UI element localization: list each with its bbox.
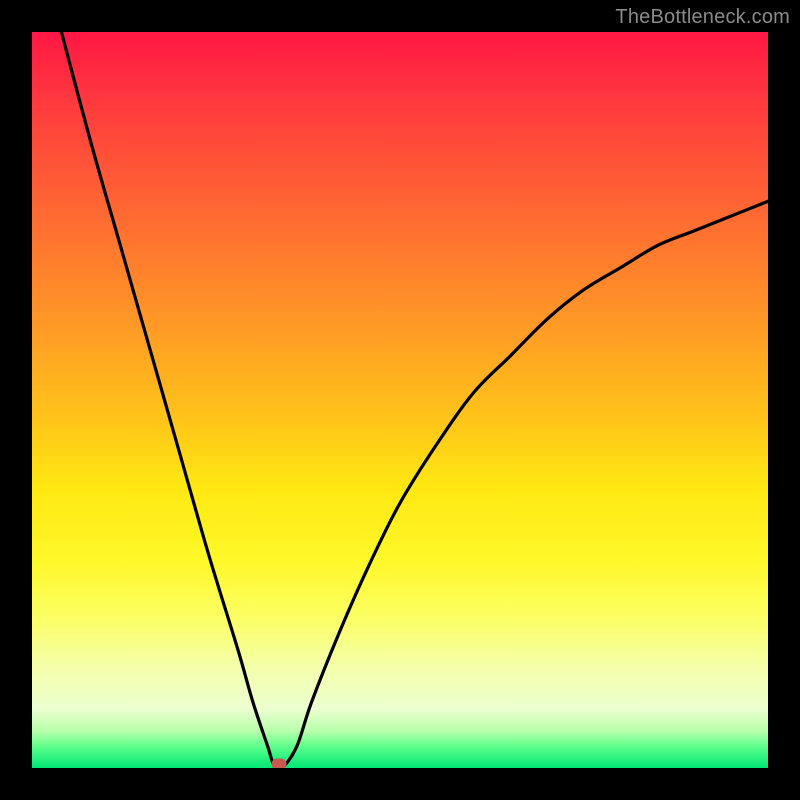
plot-area	[32, 32, 768, 768]
attribution-text: TheBottleneck.com	[615, 6, 790, 29]
chart-frame: TheBottleneck.com	[0, 0, 800, 800]
optimum-marker	[271, 759, 286, 768]
gradient-background	[32, 32, 768, 768]
